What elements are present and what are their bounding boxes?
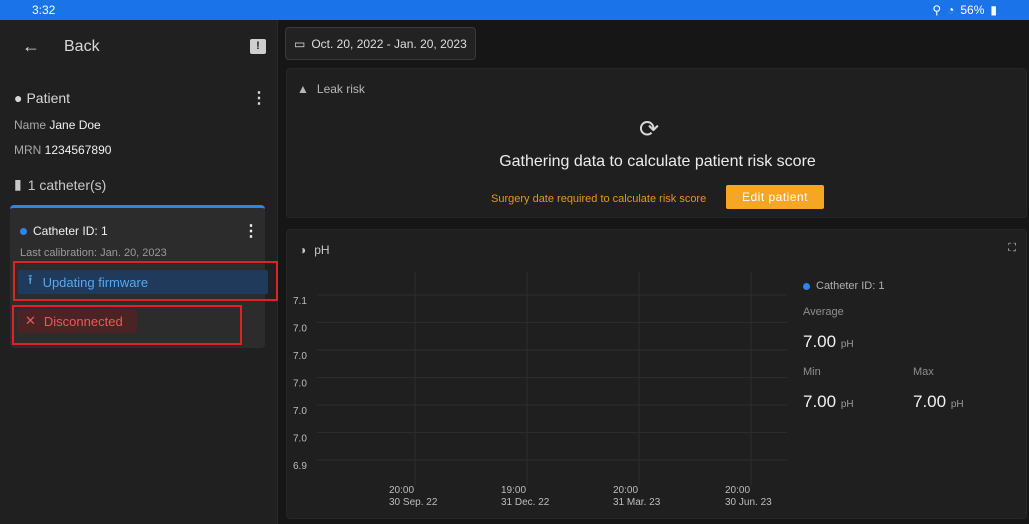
leak-risk-header: ▲ Leak risk xyxy=(297,82,365,96)
catheter-count-label: 1 catheter(s) xyxy=(27,176,107,193)
patient-name-label: Name xyxy=(14,118,47,132)
legend-series: Catheter ID: 1 xyxy=(803,280,1013,292)
status-icons: ⚲ ◔ 56% ▮ xyxy=(932,3,997,17)
patient-section-label: Patient xyxy=(26,90,71,106)
catheter-menu-icon[interactable]: ⋮ xyxy=(243,221,259,241)
location-icon: ⚲ xyxy=(932,3,942,17)
min-value: 7.00 xyxy=(803,392,837,411)
ph-legend: Catheter ID: 1 Average 7.00 pH Min 7.00 … xyxy=(803,280,1013,411)
min-label: Min xyxy=(803,366,821,378)
catheter-title-row: Catheter ID: 1 ⋮ xyxy=(20,221,259,241)
patient-mrn-row: MRN 1234567890 xyxy=(14,143,111,157)
patient-mrn-label: MRN xyxy=(14,143,42,157)
patient-menu-icon[interactable]: ⋮ xyxy=(251,88,267,108)
surgery-note: Surgery date required to calculate risk … xyxy=(491,193,707,205)
battery-level: 56% xyxy=(960,3,985,17)
catheter-count: ▮ 1 catheter(s) xyxy=(14,176,106,193)
x-tick-date: 30 Sep. 22 xyxy=(389,497,438,508)
battery-icon: ▮ xyxy=(990,3,997,17)
date-range-label: Oct. 20, 2022 - Jan. 20, 2023 xyxy=(311,36,467,51)
x-tick-time: 20:00 xyxy=(725,485,750,496)
y-tick-label: 7.0 xyxy=(293,379,307,390)
average-value: 7.00 xyxy=(803,332,837,351)
highlight-box-disconnected xyxy=(12,305,242,345)
average-label: Average xyxy=(803,306,844,318)
warning-icon: ▲ xyxy=(297,82,309,96)
wifi-icon: ◔ xyxy=(947,3,955,17)
average-value-block: 7.00 pH xyxy=(803,332,854,352)
account-circle-icon: ● xyxy=(14,90,23,106)
y-tick-label: 7.0 xyxy=(293,406,307,417)
edit-patient-button[interactable]: Edit patient xyxy=(726,185,824,209)
max-value: 7.00 xyxy=(913,392,947,411)
back-button[interactable]: Back xyxy=(64,38,100,56)
max-unit: pH xyxy=(950,399,964,410)
patient-header: ● Patient ⋮ xyxy=(14,88,267,108)
x-tick-time: 20:00 xyxy=(389,485,414,496)
back-row: ← Back ! xyxy=(22,36,266,57)
feedback-icon[interactable]: ! xyxy=(250,39,266,54)
x-tick-time: 20:00 xyxy=(613,485,638,496)
leak-risk-panel: ▲ Leak risk ⟳ Gathering data to calculat… xyxy=(286,68,1027,218)
calendar-icon: ▭ xyxy=(294,36,306,51)
y-tick-label: 7.0 xyxy=(293,434,307,445)
x-tick-time: 19:00 xyxy=(501,485,526,496)
legend-series-label: Catheter ID: 1 xyxy=(816,280,885,292)
leak-risk-title: Leak risk xyxy=(316,82,365,96)
y-tick-label: 7.1 xyxy=(293,296,307,307)
x-tick-date: 31 Mar. 23 xyxy=(613,497,661,508)
y-tick-label: 6.9 xyxy=(293,461,307,472)
patient-mrn: 1234567890 xyxy=(44,143,112,157)
catheter-icon: ▮ xyxy=(14,176,22,192)
min-value-block: 7.00 pH xyxy=(803,392,854,412)
y-tick-label: 7.0 xyxy=(293,324,307,335)
y-tick-label: 7.0 xyxy=(293,351,307,362)
catheter-dot-icon xyxy=(20,227,27,235)
series-dot-icon xyxy=(803,282,810,290)
status-time: 3:32 xyxy=(32,3,56,17)
sync-icon: ⟳ xyxy=(639,116,660,143)
x-tick-date: 30 Jun. 23 xyxy=(725,497,772,508)
last-calibration: Last calibration: Jan. 20, 2023 xyxy=(20,247,167,259)
ph-panel: ◑ pH ⛶ 7.1 7.0 7.0 7.0 7.0 7.0 6.9 20:00 30 Sep.… xyxy=(286,229,1027,519)
highlight-box-firmware xyxy=(13,261,278,301)
min-unit: pH xyxy=(840,399,854,410)
average-unit: pH xyxy=(840,339,854,350)
status-bar: 3:32 ⚲ ◔ 56% ▮ xyxy=(0,0,1029,20)
max-value-block: 7.00 pH xyxy=(913,392,964,412)
gathering-message: Gathering data to calculate patient risk… xyxy=(499,153,816,170)
max-label: Max xyxy=(913,366,934,378)
back-arrow-icon[interactable]: ← xyxy=(22,36,40,57)
catheter-title: Catheter ID: 1 xyxy=(33,224,108,238)
patient-name: Jane Doe xyxy=(49,118,101,132)
x-tick-date: 31 Dec. 22 xyxy=(501,497,550,508)
patient-name-row: Name Jane Doe xyxy=(14,118,101,132)
date-range-picker[interactable]: ▭ Oct. 20, 2022 - Jan. 20, 2023 xyxy=(285,27,476,60)
